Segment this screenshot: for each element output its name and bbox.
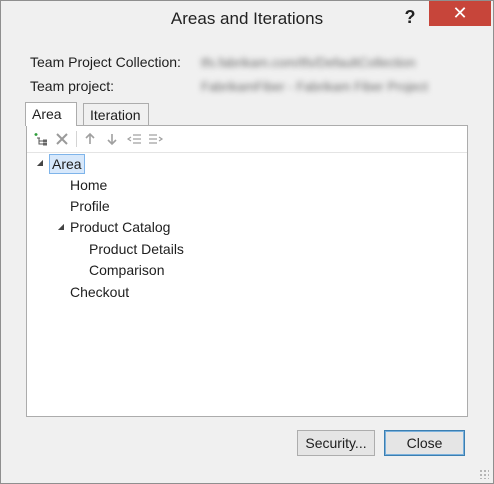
tree-node-home[interactable]: Home — [70, 175, 107, 195]
collection-value: tfs.fabrikam.com/tfs/DefaultCollection — [201, 55, 416, 70]
help-button[interactable]: ? — [397, 4, 423, 30]
tree-node-profile[interactable]: Profile — [70, 196, 110, 216]
window-close-button[interactable]: ✕ — [429, 1, 491, 26]
collapse-arrow-icon[interactable]: ◢ — [35, 153, 45, 173]
security-button[interactable]: Security... — [297, 430, 375, 456]
outdent-icon[interactable] — [126, 131, 142, 147]
project-label: Team project: — [30, 78, 115, 94]
tree-node-product-catalog[interactable]: Product Catalog — [70, 217, 170, 237]
toolbar-separator — [76, 131, 77, 147]
tree-node-product-details[interactable]: Product Details — [89, 239, 184, 259]
project-value: FabrikamFiber - Fabrikam Fiber Project — [201, 79, 428, 94]
tree-node-checkout[interactable]: Checkout — [70, 282, 129, 302]
tree-node-comparison[interactable]: Comparison — [89, 260, 164, 280]
collapse-arrow-icon[interactable]: ◢ — [56, 217, 66, 237]
areas-iterations-dialog: Areas and Iterations ? ✕ Team Project Co… — [0, 0, 494, 484]
tree-toolbar — [27, 126, 467, 153]
move-up-icon[interactable] — [82, 131, 98, 147]
resize-grip-icon[interactable] — [479, 469, 489, 479]
tree-node-area-root[interactable]: Area — [49, 154, 85, 174]
indent-icon[interactable] — [148, 131, 164, 147]
collection-label: Team Project Collection: — [30, 54, 181, 70]
close-button[interactable]: Close — [384, 430, 465, 456]
add-child-icon[interactable] — [33, 131, 49, 147]
title-bar[interactable]: Areas and Iterations ? ✕ — [1, 1, 493, 37]
delete-icon[interactable] — [54, 131, 70, 147]
area-panel: ◢ Area Home Profile ◢ Product Catalog Pr… — [26, 125, 468, 417]
tab-iteration[interactable]: Iteration — [83, 103, 149, 125]
move-down-icon[interactable] — [104, 131, 120, 147]
tab-area[interactable]: Area — [25, 102, 77, 126]
